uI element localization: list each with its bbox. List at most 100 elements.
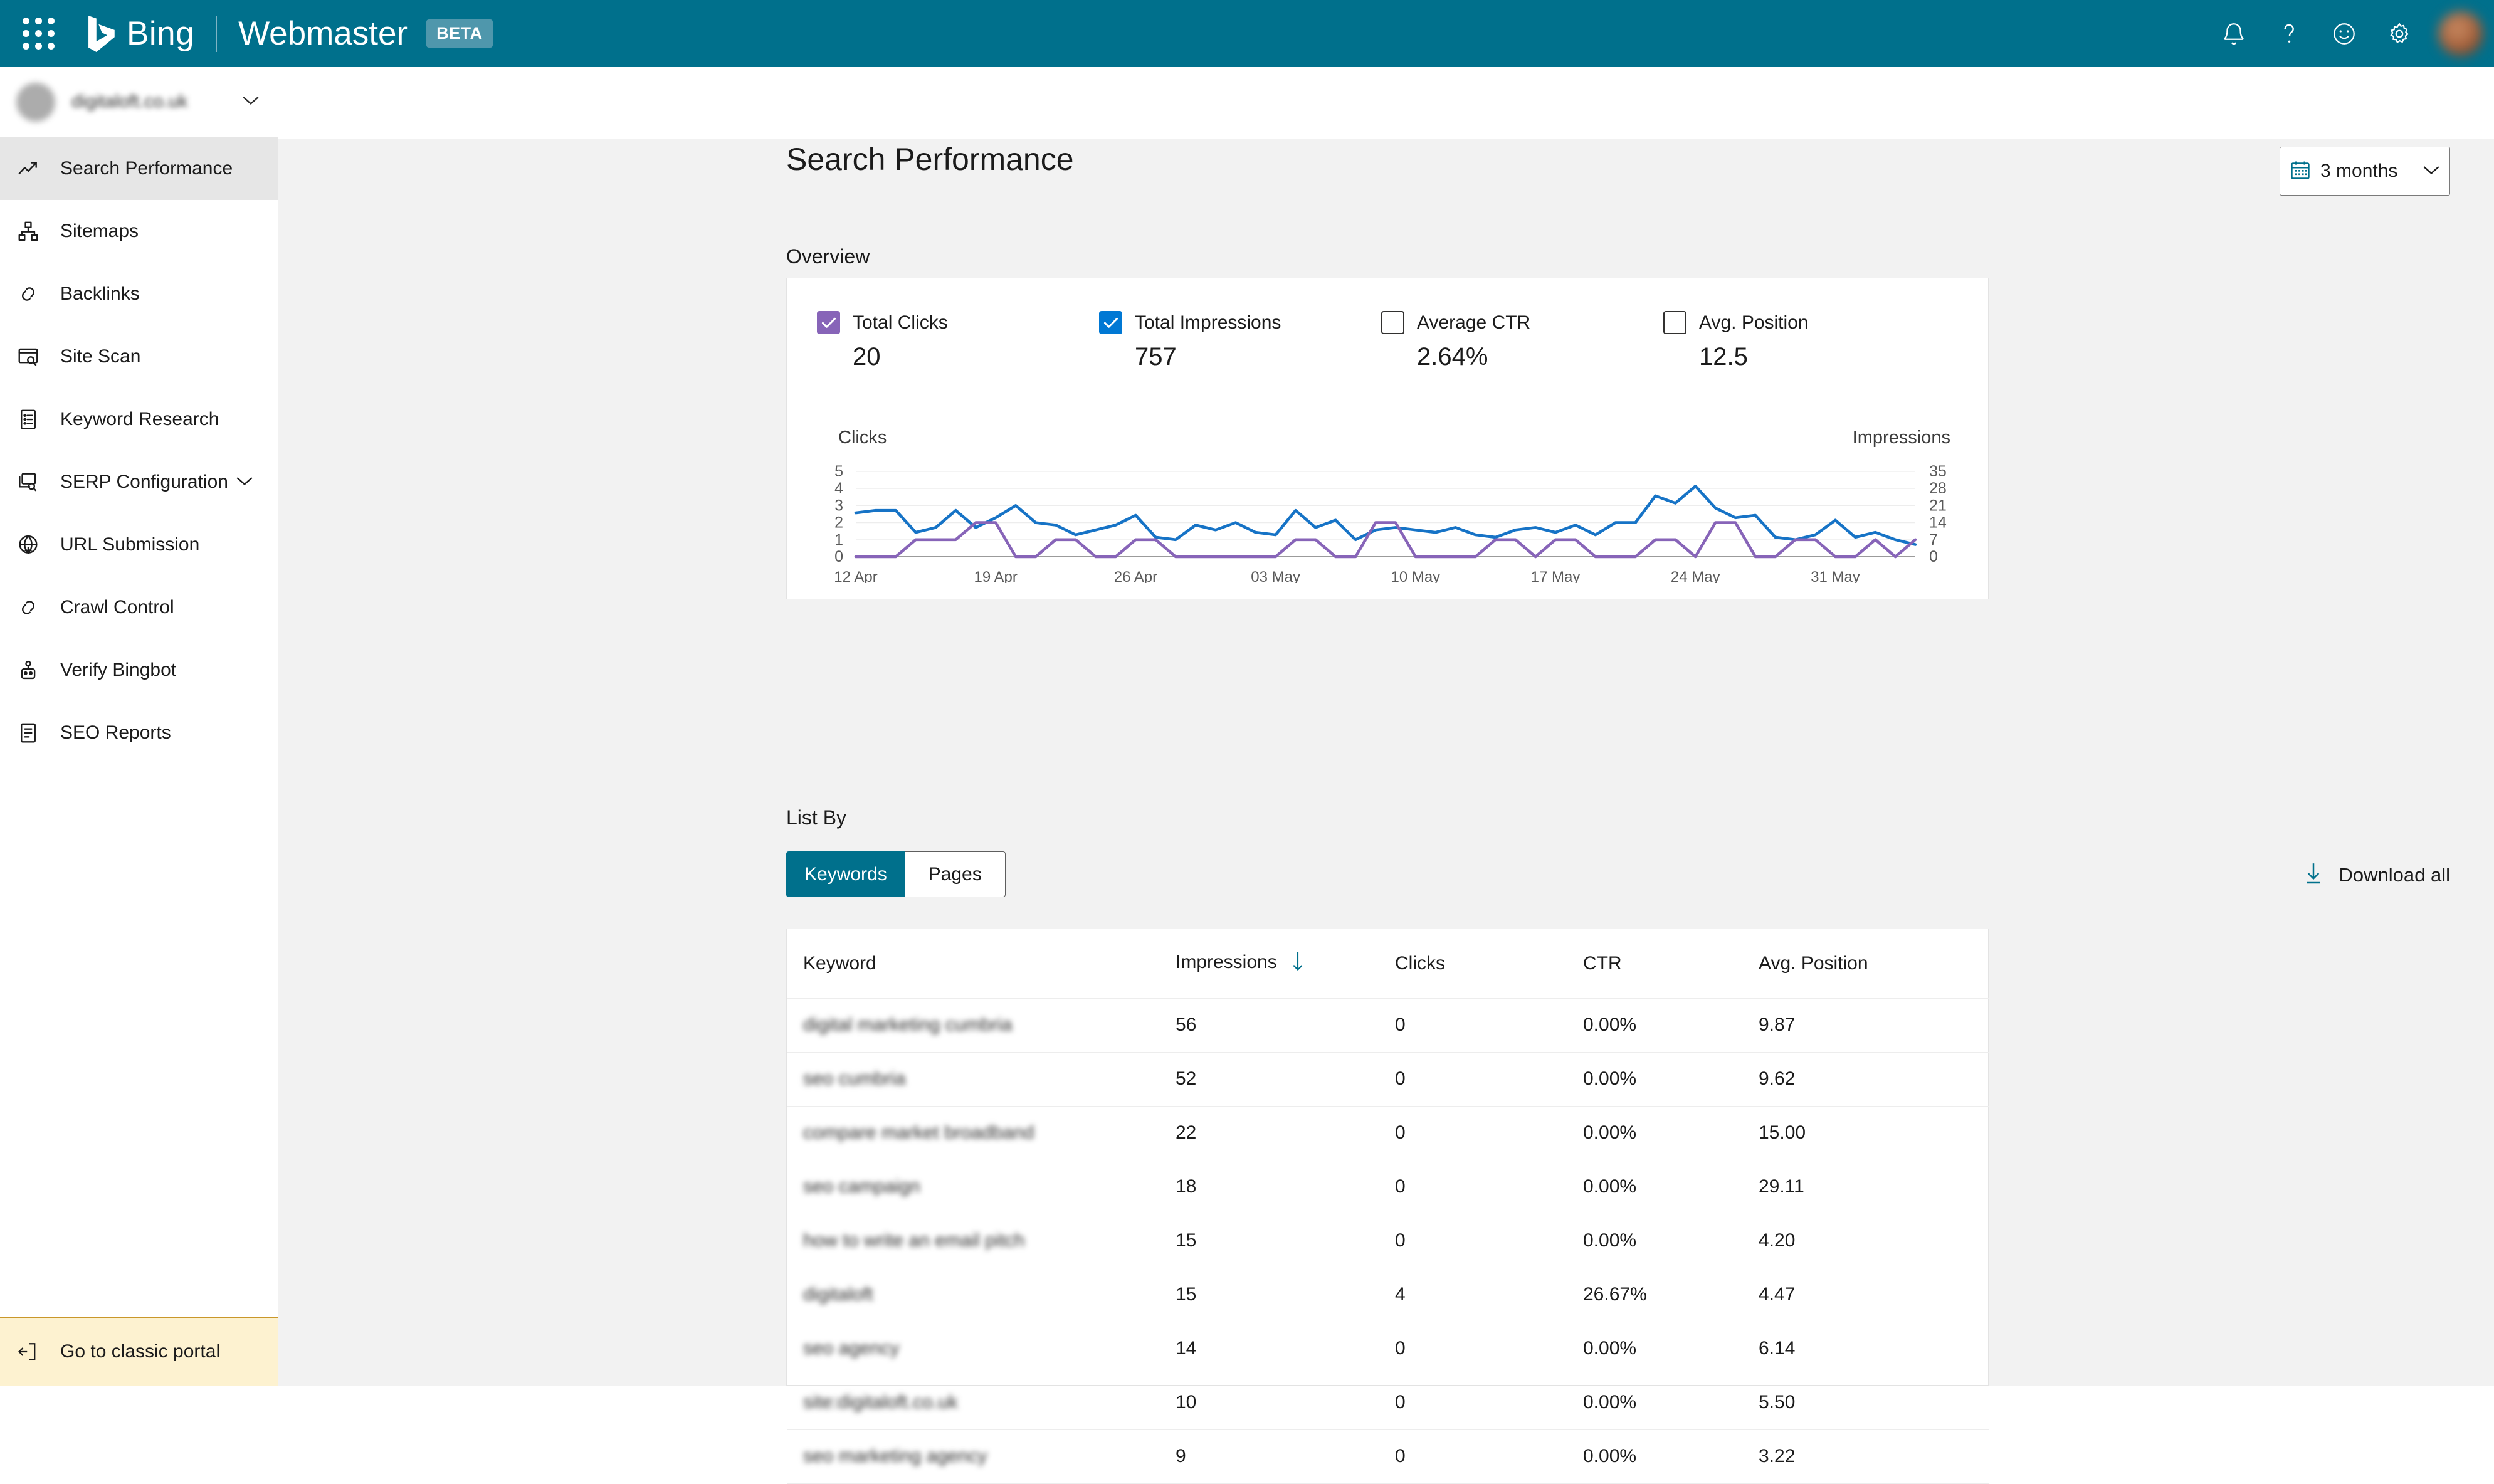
table-row[interactable]: compare market broadband2200.00%15.00	[787, 1106, 1989, 1160]
chevron-down-icon	[241, 95, 260, 109]
column-header-clicks[interactable]: Clicks	[1395, 929, 1583, 998]
column-header-label: Clicks	[1395, 953, 1445, 974]
chevron-down-icon	[235, 475, 254, 490]
cell-avg-position: 9.62	[1759, 1052, 1989, 1106]
beta-badge: BETA	[426, 19, 493, 48]
download-all-button[interactable]: Download all	[2303, 861, 2451, 889]
column-header-avg-position[interactable]: Avg. Position	[1759, 929, 1989, 998]
settings-icon[interactable]	[2372, 0, 2427, 67]
column-header-impressions[interactable]: Impressions	[1176, 929, 1395, 998]
metric-checkbox[interactable]	[1099, 311, 1122, 334]
cell-ctr: 0.00%	[1583, 1106, 1759, 1160]
sidebar-item-crawl-control[interactable]: Crawl Control	[0, 576, 278, 639]
table-header-row: KeywordImpressionsClicks CTRAvg. Position	[787, 929, 1989, 998]
site-name-label: digitaloft.co.uk	[71, 92, 241, 112]
svg-text:24 May: 24 May	[1671, 569, 1720, 583]
brand-logo-group[interactable]: Bing Webmaster BETA	[84, 14, 493, 53]
cell-impressions: 22	[1176, 1106, 1395, 1160]
classic-portal-label: Go to classic portal	[60, 1341, 220, 1362]
svg-text:0: 0	[834, 548, 843, 566]
tab-pages[interactable]: Pages	[905, 851, 1006, 897]
sidebar-item-site-scan[interactable]: Site Scan	[0, 325, 278, 388]
cell-clicks: 0	[1395, 1214, 1583, 1268]
cell-impressions: 9	[1176, 1429, 1395, 1483]
column-header-keyword[interactable]: Keyword	[787, 929, 1176, 998]
cell-keyword: seo agency	[787, 1322, 1176, 1376]
cell-impressions: 10	[1176, 1376, 1395, 1429]
tab-keywords[interactable]: Keywords	[786, 851, 905, 897]
sitemap-icon	[16, 219, 50, 243]
cell-avg-position: 15.00	[1759, 1106, 1989, 1160]
cell-avg-position: 4.20	[1759, 1214, 1989, 1268]
sidebar-item-search-performance[interactable]: Search Performance	[0, 137, 278, 200]
cell-keyword: how to write an email pitch	[787, 1214, 1176, 1268]
bing-logo-icon	[84, 16, 118, 52]
svg-text:3: 3	[834, 497, 843, 514]
metric-checkbox[interactable]	[1663, 311, 1686, 334]
table-row[interactable]: seo agency1400.00%6.14	[787, 1322, 1989, 1376]
cell-keyword: digital marketing cumbria	[787, 998, 1176, 1052]
svg-text:26 Apr: 26 Apr	[1114, 569, 1157, 583]
column-header-ctr[interactable]: CTR	[1583, 929, 1759, 998]
metric-total-clicks: Total Clicks20	[817, 311, 1099, 371]
sidebar-item-label: Search Performance	[60, 158, 233, 179]
svg-text:0: 0	[1929, 548, 1938, 566]
table-row[interactable]: digital marketing cumbria5600.00%9.87	[787, 998, 1989, 1052]
product-name: Webmaster	[238, 14, 408, 53]
sidebar-item-classic-portal[interactable]: Go to classic portal	[0, 1317, 278, 1386]
notifications-icon[interactable]	[2206, 0, 2261, 67]
cell-keyword: digitaloft	[787, 1268, 1176, 1322]
cell-impressions: 18	[1176, 1160, 1395, 1214]
table-row[interactable]: how to write an email pitch1500.00%4.20	[787, 1214, 1989, 1268]
sidebar-item-label: Sitemaps	[60, 221, 139, 242]
table-row[interactable]: site:digitaloft.co.uk1000.00%5.50	[787, 1376, 1989, 1429]
table-row[interactable]: seo campaign1800.00%29.11	[787, 1160, 1989, 1214]
sidebar-item-verify-bingbot[interactable]: Verify Bingbot	[0, 639, 278, 702]
sidebar-item-url-submission[interactable]: URL Submission	[0, 513, 278, 576]
app-launcher-icon[interactable]	[14, 18, 63, 50]
sidebar-item-sitemaps[interactable]: Sitemaps	[0, 200, 278, 263]
report-icon	[16, 721, 50, 745]
feedback-icon[interactable]	[2317, 0, 2372, 67]
metric-checkbox[interactable]	[817, 311, 840, 334]
sidebar-item-label: Verify Bingbot	[60, 660, 176, 681]
cell-clicks: 4	[1395, 1268, 1583, 1322]
cell-impressions: 15	[1176, 1268, 1395, 1322]
cell-keyword: seo marketing agency	[787, 1429, 1176, 1483]
cell-clicks: 0	[1395, 1322, 1583, 1376]
sidebar-item-serp-configuration[interactable]: SERP Configuration	[0, 451, 278, 513]
page-content: Overview Total Clicks20Total Impressions…	[278, 139, 2494, 1386]
cell-keyword: compare market broadband	[787, 1106, 1176, 1160]
cell-ctr: 0.00%	[1583, 1429, 1759, 1483]
top-navigation-bar: Bing Webmaster BETA	[0, 0, 2494, 67]
cell-keyword: seo cumbria	[787, 1052, 1176, 1106]
document-list-icon	[16, 408, 50, 431]
site-selector[interactable]: digitaloft.co.uk	[0, 67, 278, 137]
keyword-text: compare market broadband	[803, 1122, 1034, 1144]
metric-total-impressions: Total Impressions757	[1099, 311, 1381, 371]
svg-text:5: 5	[834, 463, 843, 480]
sidebar-item-keyword-research[interactable]: Keyword Research	[0, 388, 278, 451]
table-row[interactable]: seo marketing agency900.00%3.22	[787, 1429, 1989, 1483]
sidebar-item-backlinks[interactable]: Backlinks	[0, 263, 278, 325]
keyword-table-card: KeywordImpressionsClicks CTRAvg. Position…	[786, 929, 1989, 1386]
table-row[interactable]: seo cumbria5200.00%9.62	[787, 1052, 1989, 1106]
svg-text:2: 2	[834, 514, 843, 532]
metric-toggle-list: Total Clicks20Total Impressions757Averag…	[787, 278, 1988, 371]
metric-avg-position: Avg. Position12.5	[1663, 311, 1945, 371]
help-icon[interactable]	[2261, 0, 2317, 67]
metric-label: Total Clicks	[853, 312, 948, 334]
sidebar-item-seo-reports[interactable]: SEO Reports	[0, 702, 278, 764]
cell-impressions: 14	[1176, 1322, 1395, 1376]
sidebar-item-label: SERP Configuration	[60, 471, 228, 493]
svg-text:28: 28	[1929, 480, 1947, 497]
metric-checkbox[interactable]	[1381, 311, 1404, 334]
keyword-text: site:digitaloft.co.uk	[803, 1392, 958, 1413]
svg-text:1: 1	[834, 531, 843, 549]
cell-ctr: 0.00%	[1583, 1160, 1759, 1214]
avatar[interactable]	[2427, 0, 2494, 67]
table-row[interactable]: digitaloft15426.67%4.47	[787, 1268, 1989, 1322]
cell-ctr: 26.67%	[1583, 1268, 1759, 1322]
cell-keyword: seo campaign	[787, 1160, 1176, 1214]
performance-chart: 012345071421283512 Apr19 Apr26 Apr03 May…	[787, 458, 1989, 583]
